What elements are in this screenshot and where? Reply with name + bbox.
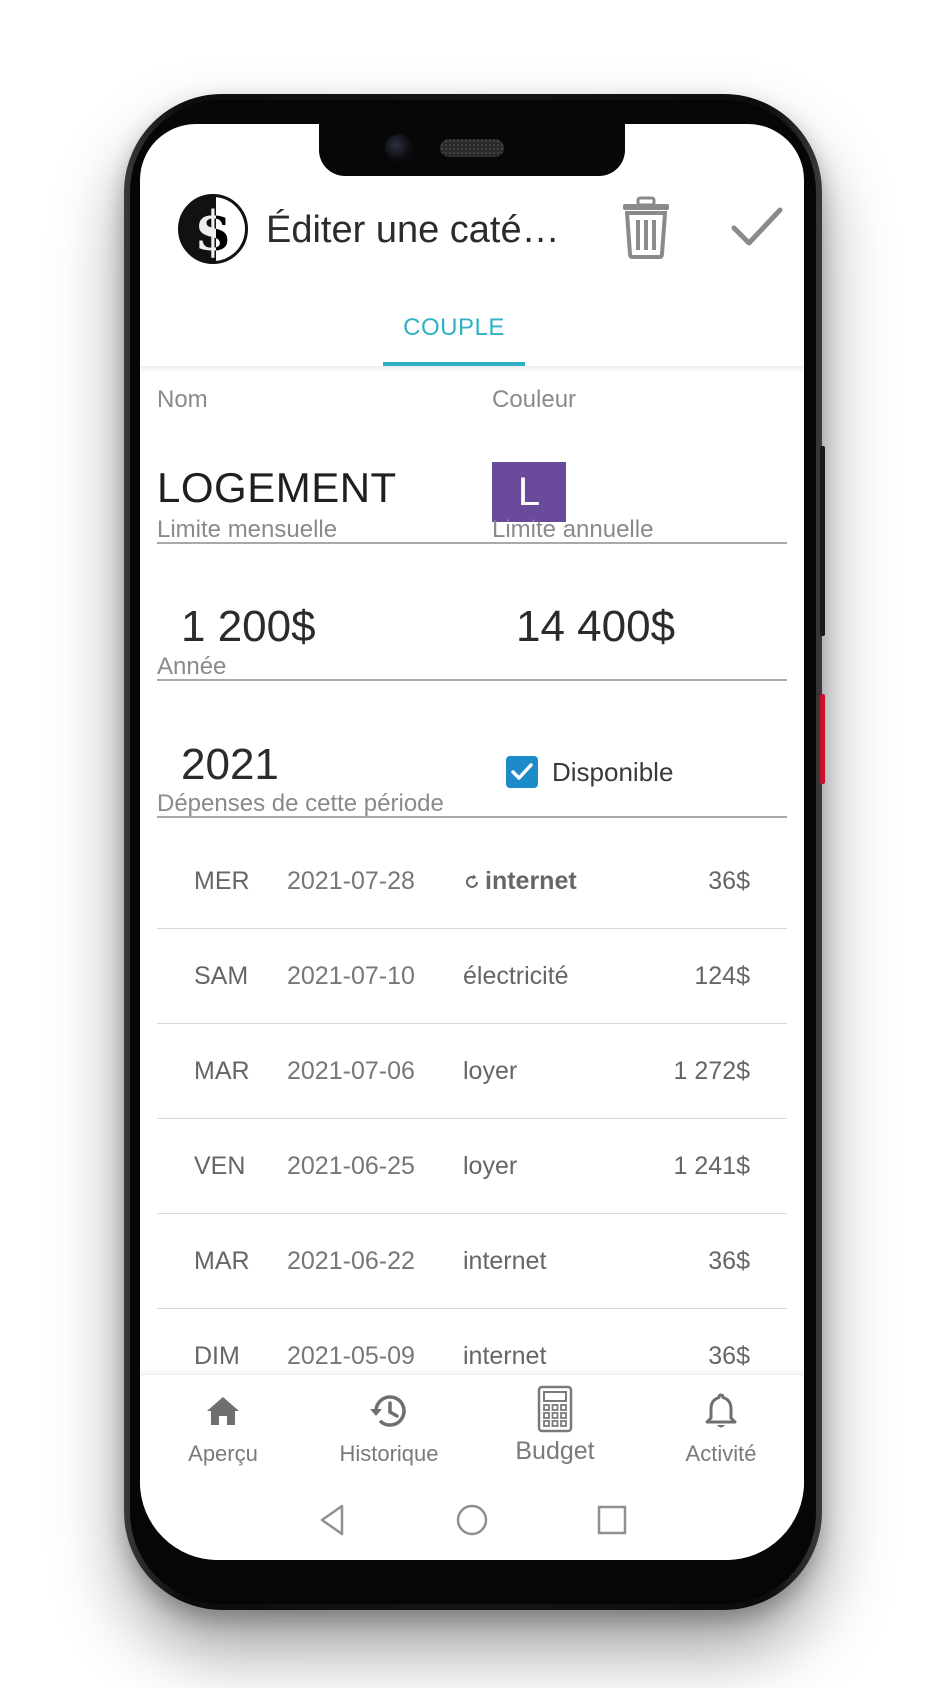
- name-label: Nom: [157, 386, 208, 413]
- nav-historique[interactable]: Historique: [306, 1375, 472, 1487]
- expense-description: loyer: [463, 1152, 518, 1180]
- logo-glyph: $: [194, 199, 232, 263]
- tab-couple[interactable]: COUPLE: [383, 306, 525, 366]
- back-icon[interactable]: [312, 1500, 352, 1540]
- expense-amount: 124$: [694, 962, 750, 990]
- home-icon: [207, 1397, 239, 1425]
- volume-button: [820, 694, 825, 784]
- expenses-label: Dépenses de cette période: [157, 790, 444, 817]
- system-nav-bar: [140, 1486, 804, 1560]
- expense-row[interactable]: MAR 2021-07-06 loyer 1 272$: [157, 1024, 787, 1119]
- nav-apercu[interactable]: Aperçu: [140, 1375, 306, 1487]
- monthly-limit-field[interactable]: 1 200$: [181, 602, 316, 652]
- expense-day: SAM: [194, 962, 249, 990]
- nav-budget-label: Budget: [515, 1437, 595, 1465]
- app-bar: $ Éditer une catégo...: [140, 184, 804, 300]
- year-field[interactable]: 2021: [181, 740, 279, 790]
- home-circle-icon[interactable]: [452, 1500, 492, 1540]
- recents-icon[interactable]: [592, 1500, 632, 1540]
- expense-day: MAR: [194, 1247, 250, 1275]
- expense-description: internet: [463, 834, 577, 928]
- expense-amount: 1 241$: [673, 1152, 750, 1180]
- color-swatch[interactable]: L: [492, 462, 566, 522]
- notch: [319, 124, 625, 176]
- available-checkbox[interactable]: [506, 756, 538, 788]
- earpiece-speaker: [440, 139, 504, 157]
- annual-limit-label: Limite annuelle: [492, 516, 654, 543]
- expense-description: internet: [463, 1247, 547, 1275]
- expense-day: MER: [194, 867, 250, 895]
- expense-description: électricité: [463, 962, 569, 990]
- expense-row[interactable]: MAR 2021-06-22 internet 36$: [157, 1214, 787, 1309]
- history-icon: [370, 1395, 406, 1427]
- available-label[interactable]: Disponible: [552, 757, 673, 788]
- tab-indicator: [383, 362, 525, 366]
- nav-activite-label: Activité: [685, 1441, 757, 1466]
- expense-day: MAR: [194, 1057, 250, 1085]
- nav-historique-label: Historique: [339, 1441, 439, 1466]
- expense-row[interactable]: MER 2021-07-28 internet 36$: [157, 834, 787, 929]
- expense-date: 2021-07-06: [287, 1057, 415, 1085]
- expense-row[interactable]: VEN 2021-06-25 loyer 1 241$: [157, 1119, 787, 1214]
- expenses-list: MER 2021-07-28 internet 36$ SAM 2021-07-…: [157, 834, 787, 1403]
- annual-limit-field[interactable]: 14 400$: [516, 602, 675, 652]
- expense-date: 2021-06-25: [287, 1152, 415, 1180]
- tab-bar: COUPLE: [140, 306, 804, 367]
- bell-icon: [705, 1393, 737, 1428]
- confirm-button[interactable]: [720, 190, 792, 262]
- front-camera: [385, 134, 413, 162]
- expense-row[interactable]: SAM 2021-07-10 électricité 124$: [157, 929, 787, 1024]
- nav-activite[interactable]: Activité: [638, 1375, 804, 1487]
- color-label: Couleur: [492, 386, 577, 413]
- tab-couple-label: COUPLE: [403, 314, 505, 341]
- year-label: Année: [157, 653, 227, 680]
- monthly-limit-label: Limite mensuelle: [157, 516, 338, 543]
- delete-button[interactable]: [610, 190, 682, 262]
- expense-date: 2021-06-22: [287, 1247, 415, 1275]
- expense-amount: 36$: [708, 1247, 750, 1275]
- checkmark-icon: [511, 763, 533, 780]
- app-logo: $: [178, 194, 248, 264]
- phone-screen: $ Éditer une catégo... COUPLE Nom Couleu…: [140, 124, 804, 1560]
- calculator-icon: [537, 1385, 573, 1433]
- recurring-icon: [466, 874, 478, 889]
- power-button: [820, 446, 825, 636]
- expense-amount: 36$: [708, 867, 750, 895]
- expense-amount: 1 272$: [673, 1057, 750, 1085]
- bottom-nav: Aperçu Historique Budget Activité: [140, 1374, 804, 1487]
- expense-date: 2021-07-28: [287, 867, 415, 895]
- expense-description: loyer: [463, 1057, 518, 1085]
- expense-date: 2021-07-10: [287, 962, 415, 990]
- expense-day: VEN: [194, 1152, 246, 1180]
- trash-icon: [623, 196, 669, 259]
- expense-description-text: internet: [485, 867, 577, 895]
- name-field[interactable]: LOGEMENT: [157, 464, 397, 512]
- divider: [157, 679, 787, 681]
- page-title: Éditer une catégo...: [266, 209, 566, 251]
- nav-budget[interactable]: Budget: [472, 1375, 638, 1487]
- check-icon: [731, 207, 783, 246]
- nav-apercu-label: Aperçu: [188, 1441, 258, 1466]
